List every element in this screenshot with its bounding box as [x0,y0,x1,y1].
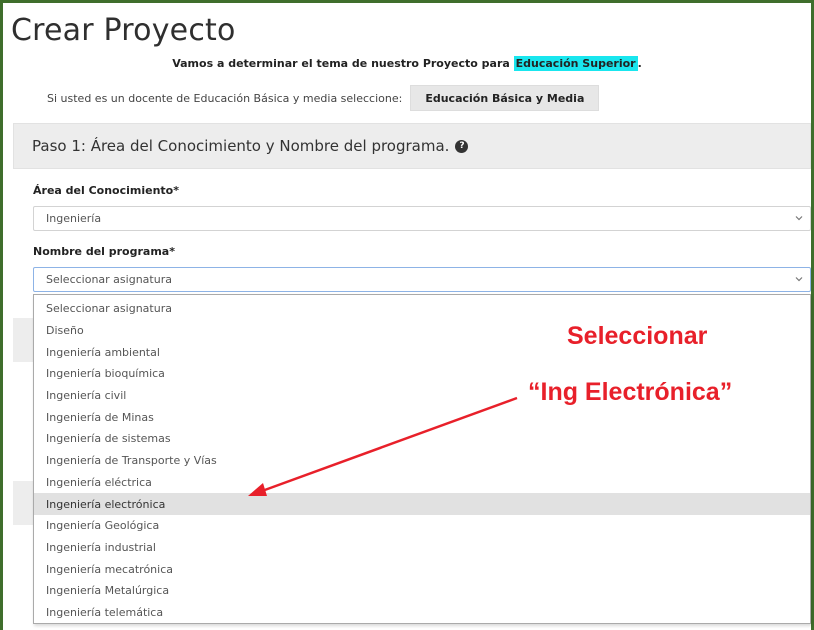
chevron-down-icon [795,216,803,221]
question-circle-icon[interactable]: ? [455,139,469,153]
intro-text-end: . [637,57,642,70]
dropdown-option[interactable]: Ingeniería Metalúrgica [34,580,810,602]
step-header: Paso 1: Área del Conocimiento y Nombre d… [13,123,811,169]
area-select[interactable]: Ingeniería [33,206,811,231]
dropdown-option[interactable]: Ingeniería Geológica [34,515,810,537]
dropdown-option[interactable]: Ingeniería mecatrónica [34,558,810,580]
basic-education-prompt: Si usted es un docente de Educación Bási… [47,91,403,105]
page-title: Crear Proyecto [11,13,236,48]
dropdown-option[interactable]: Ingeniería de Transporte y Vías [34,450,810,472]
basic-education-button[interactable]: Educación Básica y Media [410,85,600,111]
step-title: Paso 1: Área del Conocimiento y Nombre d… [32,137,450,155]
basic-education-row: Si usted es un docente de Educación Bási… [47,85,600,111]
dropdown-option[interactable]: Ingeniería de Minas [34,406,810,428]
intro-highlight: Educación Superior [513,56,638,71]
intro-text: Vamos a determinar el tema de nuestro Pr… [0,56,814,71]
dropdown-option[interactable]: Ingeniería industrial [34,537,810,559]
area-label: Área del Conocimiento* [33,184,179,197]
underlying-panel [13,318,33,362]
dropdown-option[interactable]: Seleccionar asignatura [34,298,810,320]
dropdown-option-highlighted[interactable]: Ingeniería electrónica [34,493,810,515]
chevron-down-icon [795,277,803,282]
program-select-value: Seleccionar asignatura [46,273,172,286]
dropdown-option[interactable]: Ingeniería telemática [34,602,810,624]
underlying-panel [13,481,33,525]
area-select-value: Ingeniería [46,212,102,225]
annotation-option-text: “Ing Electrónica” [528,378,733,406]
program-label: Nombre del programa* [33,245,175,258]
program-select[interactable]: Seleccionar asignatura [33,267,811,292]
annotation-select-text: Seleccionar [567,322,708,350]
intro-text-lead: Vamos a determinar el tema de nuestro Pr… [172,57,514,70]
dropdown-option[interactable]: Ingeniería eléctrica [34,472,810,494]
dropdown-option[interactable]: Ingeniería de sistemas [34,428,810,450]
